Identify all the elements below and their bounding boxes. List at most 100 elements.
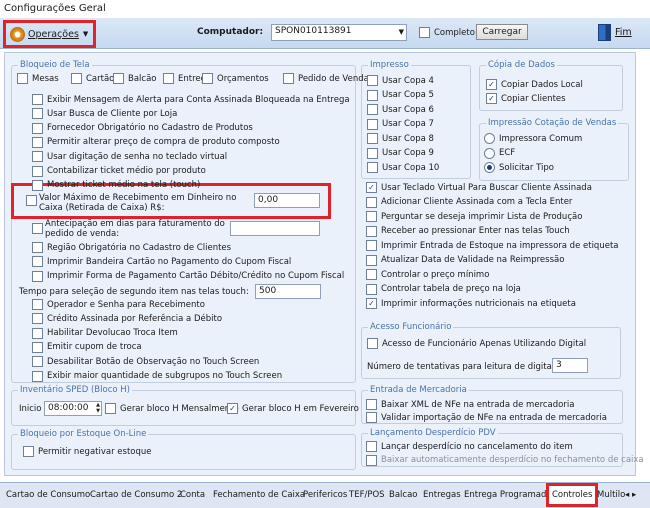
computador-select[interactable]: SPON010113891 ▼ (271, 24, 407, 41)
bloqueio-top-checkbox[interactable]: Orçamentos (202, 73, 269, 84)
tab-conta[interactable]: Conta (178, 487, 207, 503)
copa-checkbox[interactable]: Usar Copa 9 (367, 147, 434, 159)
copa-checkbox[interactable]: Usar Copa 10 (367, 162, 439, 173)
bloqueio-item-checkbox[interactable]: Usar Busca de Cliente por Loja (32, 108, 177, 120)
copa-checkbox[interactable]: Usar Copa 4 (367, 75, 434, 86)
bloqueio-item-checkbox[interactable]: Crédito Assinada por Referência a Débito (32, 313, 222, 325)
toolbar: Operações ▼ Computador: SPON010113891 ▼ … (0, 18, 650, 49)
option-label: Mostrar ticket médio na tela (touch) (47, 180, 201, 191)
copa-checkbox[interactable]: Usar Copa 6 (367, 104, 434, 115)
option-label: Controlar o preço mínimo (381, 269, 490, 280)
tab-balcao[interactable]: Balcao (387, 487, 419, 503)
checkbox-box (366, 269, 377, 280)
tab-multiloj[interactable]: Multiloj (595, 487, 625, 503)
gerar-mensal-checkbox[interactable]: Gerar bloco H Mensalmente (105, 403, 239, 414)
bloqueio-top-checkbox[interactable]: Cartão (71, 73, 114, 84)
checkbox-box (366, 211, 377, 222)
entrada-checkbox[interactable]: Baixar XML de NFe na entrada de mercador… (366, 399, 574, 410)
bloqueio-item-checkbox[interactable]: Exibir Mensagem de Alerta para Conta Ass… (32, 94, 350, 105)
checkbox-box (163, 73, 174, 84)
option-label: Usar Teclado Virtual Para Buscar Cliente… (381, 182, 592, 193)
tab-entregas[interactable]: Entregas (421, 487, 463, 503)
antecipacao-label: Antecipação em dias para faturamento do … (45, 219, 225, 239)
bloqueio-item-checkbox[interactable]: Usar digitação de senha no teclado virtu… (32, 151, 227, 163)
cotacao-radio[interactable]: Impressora Comum (484, 133, 582, 144)
bloqueio-item-checkbox[interactable]: Habilitar Devolucao Troca Item (32, 327, 178, 339)
right-item-checkbox[interactable]: Controlar o preço mínimo (366, 269, 489, 280)
bloqueio-item-checkbox[interactable]: Fornecedor Obrigatório no Cadastro de Pr… (32, 122, 253, 134)
cotacao-radio[interactable]: Solicitar Tipo (484, 162, 554, 173)
checkbox-box (32, 341, 43, 353)
bloqueio-item-checkbox[interactable]: Operador e Senha para Recebimento (32, 299, 205, 310)
tentativas-input[interactable]: 3 (552, 358, 588, 373)
group-title: Cópia de Dados (486, 60, 557, 70)
tab-controles[interactable]: Controles (546, 483, 599, 507)
tab-scroll-arrows-icon[interactable]: ◂ ▸ (623, 487, 638, 503)
tab-tef-pos[interactable]: TEF/POS (347, 487, 387, 503)
tab-bar: Cartao de Consumo Cartao de Consumo 2 Cont… (0, 482, 650, 508)
copia-checkbox[interactable]: ✓ Copiar Clientes (486, 93, 566, 104)
bloqueio-item-checkbox[interactable]: Região Obrigatória no Cadastro de Client… (32, 242, 231, 253)
operacoes-menu-button[interactable]: Operações ▼ (3, 20, 96, 48)
copa-checkbox[interactable]: Usar Copa 5 (367, 89, 434, 101)
gerar-fevereiro-checkbox[interactable]: ✓ Gerar bloco H em Fevereiro (227, 403, 359, 414)
right-item-checkbox[interactable]: ✓ Imprimir informações nutricionais na et… (366, 298, 576, 309)
checkbox-box (367, 162, 378, 173)
checkbox-box (32, 327, 43, 339)
antecipacao-input[interactable] (230, 221, 320, 236)
option-label: Baixar XML de NFe na entrada de mercador… (381, 399, 575, 410)
bloqueio-item-checkbox[interactable]: Permitir alterar preço de compra de prod… (32, 136, 280, 148)
bloqueio-top-checkbox[interactable]: Mesas (17, 73, 59, 84)
acesso-digital-checkbox[interactable]: Acesso de Funcionário Apenas Utilizando … (367, 338, 586, 349)
checkbox-box (32, 151, 43, 163)
bloqueio-item-checkbox[interactable]: Imprimir Forma de Pagamento Cartão Débit… (32, 270, 344, 282)
fim-button[interactable]: Fim (598, 24, 632, 41)
bloqueio-item-checkbox[interactable]: Mostrar ticket médio na tela (touch) (32, 179, 201, 191)
desperdicio-checkbox[interactable]: Baixar automaticamente desperdício no fe… (366, 454, 644, 466)
valor-maximo-input[interactable]: 0,00 (254, 193, 320, 208)
bloqueio-top-checkbox[interactable]: Pedido de Venda (283, 73, 369, 84)
bloqueio-item-checkbox[interactable]: Desabilitar Botão de Observação no Touch… (32, 356, 260, 368)
copa-checkbox[interactable]: Usar Copa 8 (367, 133, 434, 144)
right-item-checkbox[interactable]: Atualizar Data de Validade na Reimpressã… (366, 254, 564, 266)
completo-checkbox[interactable]: Completo (419, 27, 475, 38)
entrada-checkbox[interactable]: Validar importação de NFe na entrada de … (366, 412, 607, 423)
tentativas-label: Número de tentativas para leitura de dig… (367, 362, 558, 372)
bloqueio-top-checkbox[interactable]: Balcão (113, 73, 156, 84)
bloqueio-item-checkbox[interactable]: Emitir cupom de troca (32, 341, 142, 353)
checkbox-box (71, 73, 82, 84)
option-label: Desabilitar Botão de Observação no Touch… (47, 356, 260, 367)
checkbox-box (366, 254, 377, 266)
right-item-checkbox[interactable]: Perguntar se deseja imprimir Lista de Pr… (366, 211, 582, 222)
tab-entrega-programada[interactable]: Entrega Programada (462, 487, 554, 503)
option-label: Usar Copa 10 (382, 162, 440, 173)
right-item-checkbox[interactable]: Imprimir Entrada de Estoque na impressor… (366, 240, 619, 251)
bloqueio-item-checkbox[interactable]: Exibir maior quantidade de subgrupos no … (32, 370, 282, 382)
option-label: Receber ao pressionar Enter nas telas To… (381, 226, 570, 236)
option-label: Fornecedor Obrigatório no Cadastro de Pr… (47, 123, 253, 134)
cotacao-radio[interactable]: ECF (484, 147, 515, 159)
copa-checkbox[interactable]: Usar Copa 7 (367, 118, 434, 130)
desperdicio-checkbox[interactable]: Lançar desperdício no cancelamento do it… (366, 441, 573, 452)
right-item-checkbox[interactable]: ✓ Usar Teclado Virtual Para Buscar Client… (366, 182, 592, 193)
bloqueio-item-checkbox[interactable]: Imprimir Bandeira Cartão no Pagamento do… (32, 256, 291, 268)
bloqueio-item-checkbox[interactable]: Contabilizar ticket médio por produto (32, 165, 206, 177)
window-title: Configurações Geral (4, 3, 106, 14)
radio-indicator (484, 133, 495, 144)
tempo-input[interactable]: 500 (255, 284, 321, 299)
permitir-negativar-checkbox[interactable]: Permitir negativar estoque (23, 446, 151, 457)
checkbox-box (367, 104, 378, 115)
checkbox-box (283, 73, 294, 84)
right-item-checkbox[interactable]: Controlar tabela de preço na loja (366, 283, 521, 295)
tab-cartao-de-consumo[interactable]: Cartao de Consumo (4, 487, 92, 503)
right-item-checkbox[interactable]: Adicionar Cliente Assinada com a Tecla E… (366, 196, 572, 208)
group-title: Inventário SPED (Bloco H) (18, 385, 132, 395)
right-item-checkbox[interactable]: Receber ao pressionar Enter nas telas To… (366, 225, 570, 237)
copia-checkbox[interactable]: ✓ Copiar Dados Local (486, 79, 583, 90)
checkbox-box (366, 454, 377, 466)
tab-fechamento-de-caixa[interactable]: Fechamento de Caixa (211, 487, 307, 503)
inicio-time-input[interactable]: 08:00:00 ▲ ▼ (44, 401, 102, 416)
tab-cartao-de-consumo-2[interactable]: Cartao de Consumo 2 (88, 487, 184, 503)
carregar-button[interactable]: Carregar (476, 24, 528, 40)
tab-perifericos[interactable]: Perifericos (301, 487, 349, 503)
